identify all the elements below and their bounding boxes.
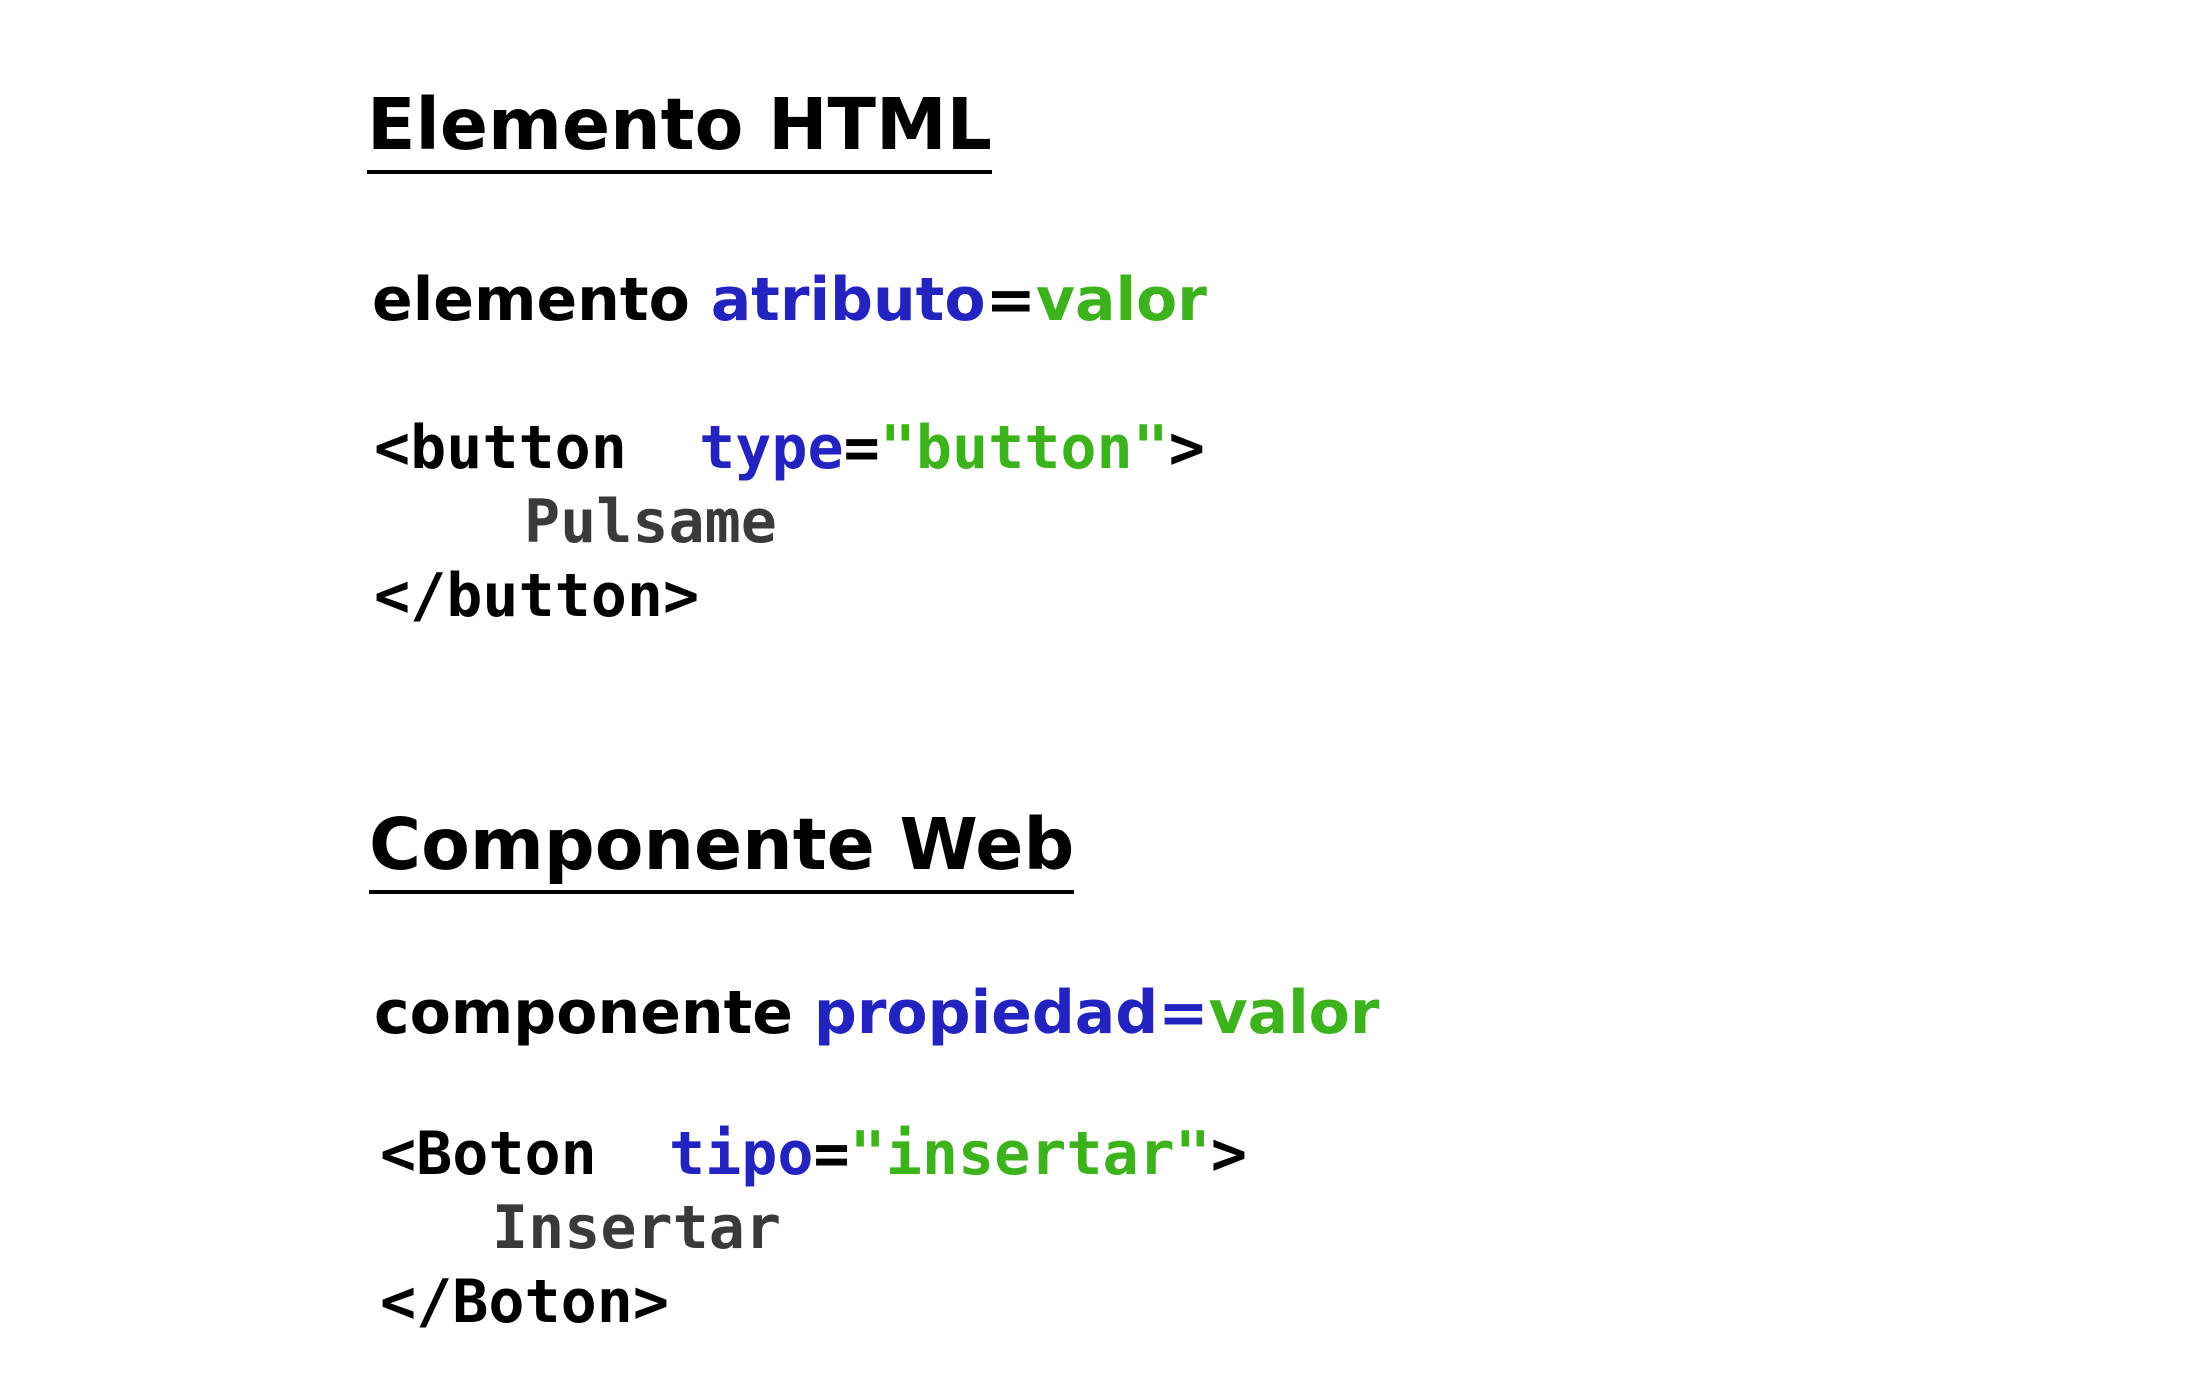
signature-equals: = (985, 265, 1036, 335)
component-open-tag: <Boton (380, 1119, 597, 1189)
code-equals: = (843, 413, 880, 483)
signature-component-value-word: valor (1208, 978, 1380, 1048)
component-attribute: tipo (669, 1119, 814, 1189)
signature-component-word: componente (374, 978, 793, 1048)
button-open-tag-line: <button type="button"> (374, 412, 1205, 484)
component-section-title: Componente Web (369, 804, 1075, 894)
component-equals: = (813, 1119, 850, 1189)
code-attribute: type (699, 413, 844, 483)
component-value: "insertar" (849, 1119, 1211, 1189)
signature-element-word: elemento (372, 265, 690, 335)
component-tag-close-bracket: > (1210, 1119, 1247, 1189)
button-content-text: Pulsame (524, 487, 777, 557)
code-value: "button" (879, 413, 1169, 483)
code-open-tag: <button (374, 413, 627, 483)
signature-attribute-word: atributo (710, 265, 986, 335)
code-tag-close-bracket: > (1168, 413, 1205, 483)
button-close-tag: </button> (374, 561, 700, 631)
html-section-title: Elemento HTML (367, 84, 992, 174)
boton-close-tag: </Boton> (380, 1267, 669, 1337)
html-signature-line: elemento atributo=valor (372, 264, 1207, 336)
signature-value-word: valor (1035, 265, 1207, 335)
boton-content-text: Insertar (492, 1193, 781, 1263)
signature-property-word: propiedad= (813, 978, 1209, 1048)
component-signature-line: componente propiedad=valor (374, 977, 1380, 1049)
boton-open-tag-line: <Boton tipo="insertar"> (380, 1118, 1247, 1190)
